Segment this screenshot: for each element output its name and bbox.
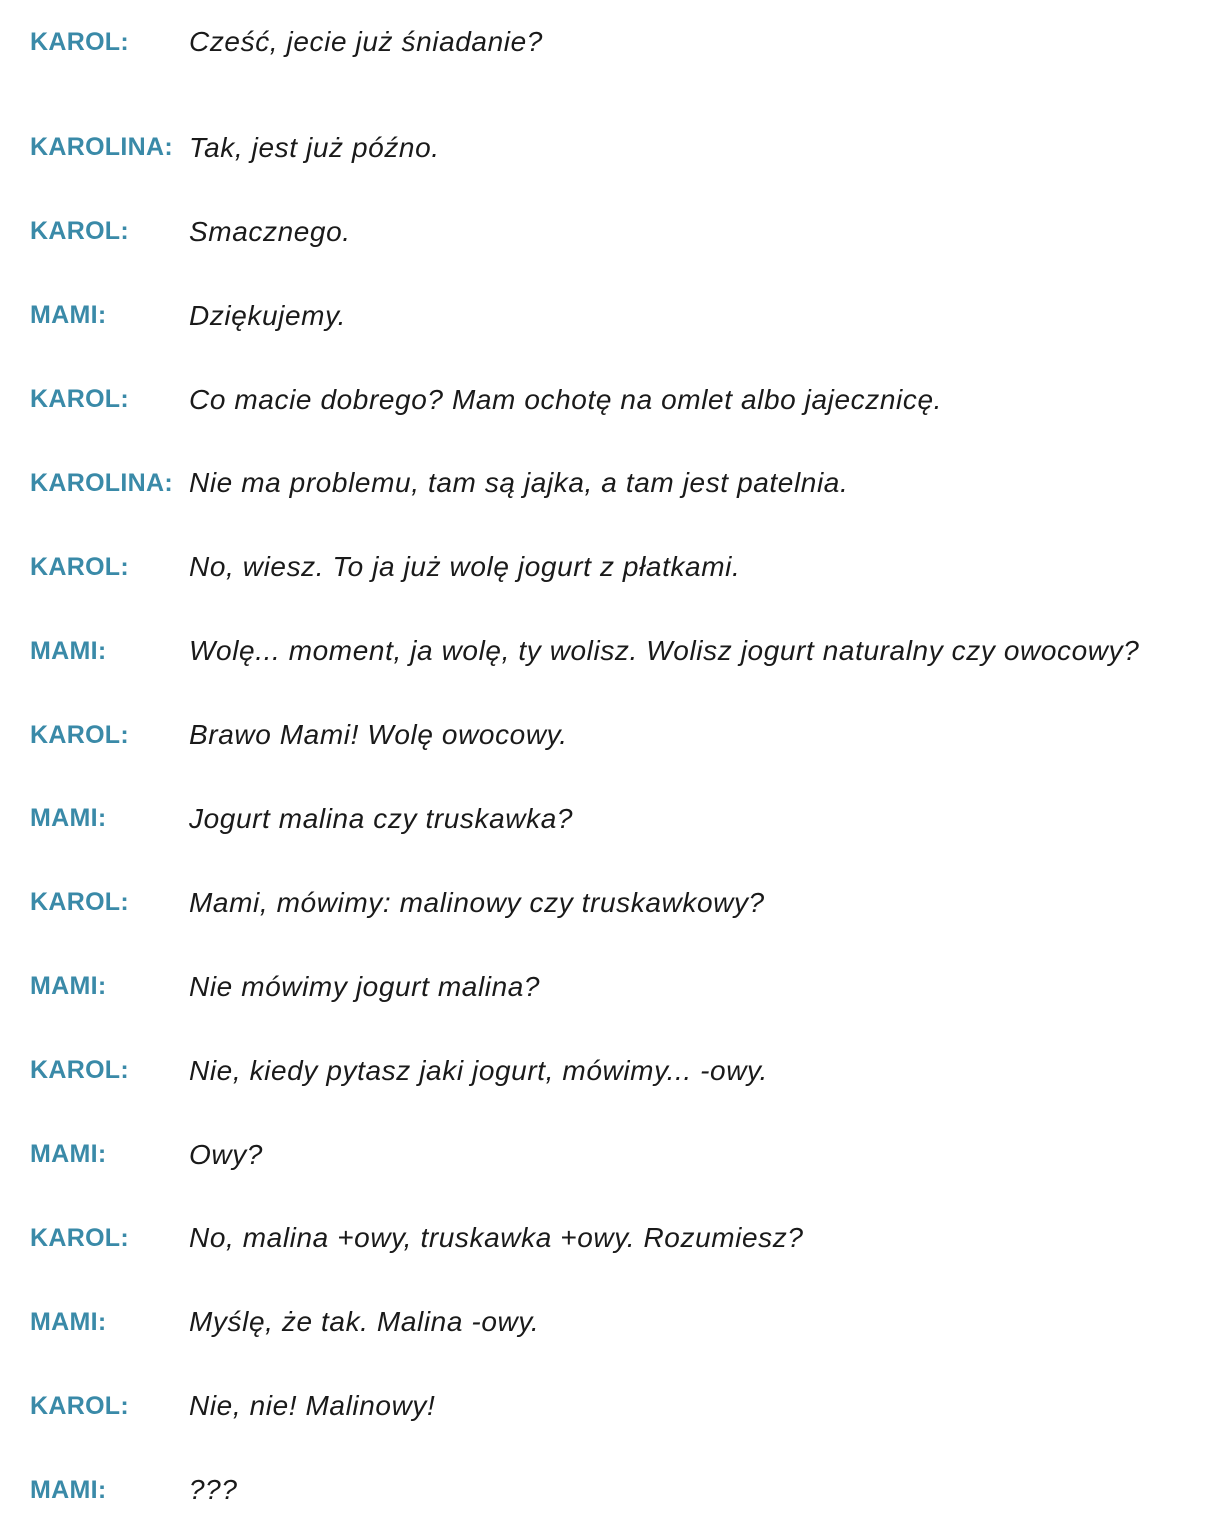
dialogue-line: KAROLINA: Nie ma problemu, tam są jajka, …: [30, 441, 1139, 525]
speaker-name: MAMI:: [30, 1307, 107, 1336]
speaker-name: MAMI:: [30, 301, 107, 330]
line-text: No, wiesz. To ja już wolę jogurt z płatk…: [189, 551, 741, 583]
dialogue-line: KAROL: No, wiesz. To ja już wolę jogurt z…: [30, 525, 1139, 609]
speaker-name: KAROL:: [30, 1391, 130, 1420]
line-text: Nie, kiedy pytasz jaki jogurt, mówimy...…: [189, 1054, 768, 1086]
line-text: Dziękujemy.: [189, 299, 347, 331]
line-text: Brawo Mami! Wolę owocowy.: [189, 719, 568, 751]
dialogue-line: MAMI: Nie mówimy jogurt malina?: [30, 945, 1139, 1029]
dialogue-line: KAROL: Nie, kiedy pytasz jaki jogurt, mów…: [30, 1029, 1139, 1113]
speaker-name: MAMI:: [30, 1475, 107, 1504]
line-text: Cześć, jecie już śniadanie?: [189, 26, 543, 57]
line-text: ???: [189, 1474, 238, 1506]
dialogue-line: MAMI: Owy?: [30, 1113, 1139, 1197]
speaker-name: KAROL:: [30, 385, 130, 413]
dialogue-line: MAMI: Dziękujemy.: [30, 274, 1139, 358]
speaker-name: KAROL:: [30, 217, 130, 246]
speaker-name: KAROL:: [30, 888, 130, 917]
speaker-name: KAROL:: [30, 27, 130, 56]
speaker-name: MAMI:: [30, 804, 107, 833]
line-text: Nie ma problemu, tam są jajka, a tam jes…: [189, 467, 849, 499]
line-text: Smacznego.: [189, 215, 351, 247]
line-text: Wolę... moment, ja wolę, ty wolisz. Woli…: [189, 635, 1140, 667]
dialogue-line: KAROL: No, malina +owy, truskawka +owy. R…: [30, 1196, 1139, 1280]
dialogue-line: MAMI: Myślę, że tak. Malina -owy.: [30, 1280, 1139, 1364]
line-text: Nie, nie! Malinowy!: [189, 1390, 436, 1422]
speaker-name: KAROL:: [30, 1223, 130, 1252]
speaker-name: KAROLINA:: [30, 133, 173, 162]
line-text: Mami, mówimy: malinowy czy truskawkowy?: [189, 886, 765, 918]
speaker-name: MAMI:: [30, 636, 107, 665]
speaker-name: MAMI:: [30, 972, 107, 1001]
dialogue-line: KAROL: Smacznego.: [30, 190, 1139, 274]
dialogue: KAROL: Cześć, jecie już śniadanie? KAROLIN…: [30, 22, 1139, 1532]
speaker-name: KAROL:: [30, 720, 130, 749]
speaker-name: KAROL:: [30, 552, 130, 581]
line-text: Tak, jest już późno.: [189, 131, 440, 163]
line-text: Co macie dobrego? Mam ochotę na omlet al…: [189, 383, 943, 415]
line-text: Myślę, że tak. Malina -owy.: [189, 1306, 540, 1338]
dialogue-line: KAROL: Cześć, jecie już śniadanie?: [30, 22, 1139, 62]
speaker-name: MAMI:: [30, 1140, 107, 1169]
dialogue-line: KAROL: Brawo Mami! Wolę owocowy.: [30, 693, 1139, 777]
speaker-name: KAROL:: [30, 1056, 130, 1085]
dialogue-line: MAMI:???: [30, 1448, 1139, 1532]
line-text: Nie mówimy jogurt malina?: [189, 970, 541, 1002]
line-text: Owy?: [189, 1138, 263, 1170]
dialogue-line: MAMI: Jogurt malina czy truskawka?: [30, 777, 1139, 861]
dialogue-line: KAROL: Co macie dobrego? Mam ochotę na om…: [30, 358, 1139, 442]
dialogue-line: MAMI: Wolę... moment, ja wolę, ty wolisz.…: [30, 609, 1139, 693]
dialogue-line: KAROLINA: Tak, jest już późno.: [30, 106, 1139, 190]
line-text: No, malina +owy, truskawka +owy. Rozumie…: [189, 1222, 804, 1254]
line-text: Jogurt malina czy truskawka?: [189, 802, 574, 834]
dialogue-line: KAROL: Nie, nie! Malinowy!: [30, 1364, 1139, 1448]
speaker-name: KAROLINA:: [30, 468, 173, 497]
dialogue-line: KAROL: Mami, mówimy: malinowy czy truskaw…: [30, 861, 1139, 945]
